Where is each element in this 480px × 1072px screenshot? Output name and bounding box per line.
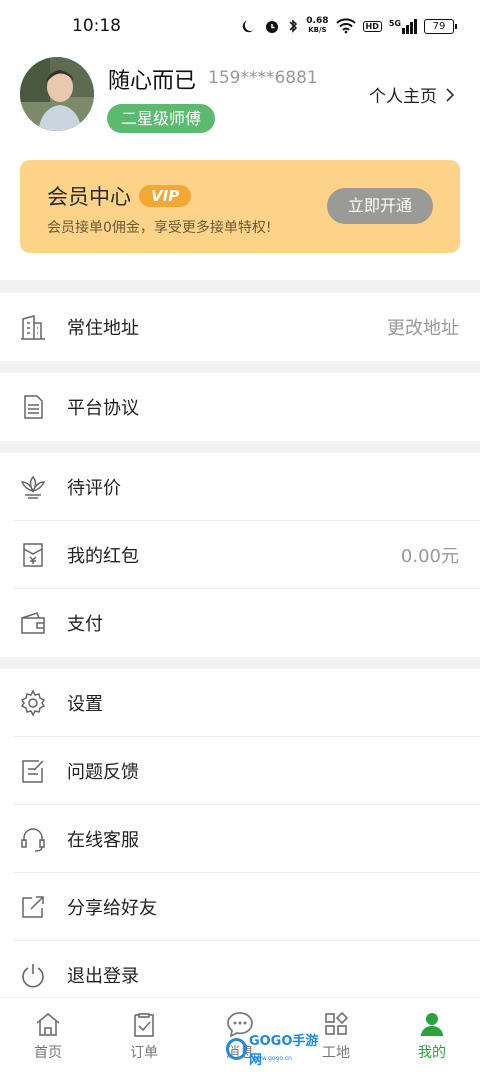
- menu-label: 问题反馈: [67, 762, 139, 783]
- tab-label: 订单: [130, 1045, 158, 1061]
- status-time: 10:18: [72, 16, 121, 36]
- menu-label: 常住地址: [67, 318, 139, 339]
- bluetooth-icon: [289, 19, 298, 33]
- watermark-logo-icon: [226, 1038, 247, 1060]
- alarm-icon: [266, 21, 279, 33]
- vip-title-text: 会员中心: [47, 185, 131, 209]
- hd-indicator: HD: [362, 20, 382, 32]
- document-icon: [24, 395, 43, 419]
- chevron-right-icon: [446, 87, 454, 102]
- wifi-icon: [335, 18, 356, 34]
- menu-label: 设置: [67, 694, 103, 715]
- change-address-link[interactable]: 更改地址: [387, 314, 459, 340]
- level-badge: 二星级师傅: [107, 104, 216, 133]
- battery-indicator: 79: [424, 18, 457, 34]
- menu-item-support[interactable]: 在线客服: [0, 805, 480, 873]
- person-icon: [421, 1013, 443, 1036]
- avatar-image: [20, 57, 94, 131]
- vip-title: 会员中心 VIP: [47, 181, 192, 211]
- menu-label: 退出登录: [67, 966, 139, 987]
- edit-note-icon: [22, 760, 44, 783]
- tab-orders[interactable]: 订单: [96, 998, 192, 1072]
- tab-label: 我的: [418, 1045, 446, 1061]
- menu-item-agreement[interactable]: 平台协议: [0, 373, 480, 441]
- gear-icon: [20, 689, 46, 717]
- watermark-text: GOGO手游网: [248, 1034, 319, 1068]
- site-watermark: GOGO手游网 www.gogo.cn: [226, 1034, 326, 1068]
- homepage-link[interactable]: 个人主页: [369, 82, 454, 107]
- vip-badge: VIP: [139, 185, 192, 207]
- menu-item-review[interactable]: 待评价: [0, 453, 480, 521]
- watermark-url: www.gogo.cn: [252, 1055, 292, 1062]
- my-page: 10:18 0.68 KB/S HD 5G 79 随心而已 159****688…: [0, 0, 480, 1072]
- red-packet-icon: [23, 543, 43, 567]
- menu-item-settings[interactable]: 设置: [0, 669, 480, 737]
- moon-icon: [243, 20, 255, 33]
- clipboard-icon: [134, 1013, 154, 1037]
- signal-indicator: 5G: [388, 18, 417, 34]
- menu-label: 我的红包: [67, 546, 139, 567]
- user-name: 随心而已: [108, 69, 197, 94]
- tab-label: 工地: [322, 1045, 350, 1061]
- status-bar: 10:18 0.68 KB/S HD 5G 79: [0, 0, 480, 52]
- menu-item-red-packet[interactable]: 我的红包 0.00元: [0, 521, 480, 589]
- user-phone: 159****6881: [208, 68, 318, 88]
- share-icon: [22, 896, 44, 918]
- wallet-icon: [21, 612, 45, 634]
- headset-icon: [21, 828, 45, 852]
- vip-subtitle: 会员接单0佣金，享受更多接单特权!: [47, 220, 272, 236]
- menu-item-feedback[interactable]: 问题反馈: [0, 737, 480, 805]
- menu-label: 在线客服: [67, 830, 139, 851]
- menu-label: 支付: [67, 614, 103, 635]
- menu-item-address[interactable]: 常住地址 更改地址: [0, 293, 480, 361]
- speed-unit: KB/S: [308, 26, 327, 34]
- power-icon: [22, 964, 44, 988]
- tab-mine[interactable]: 我的: [384, 998, 480, 1072]
- menu-label: 待评价: [67, 478, 121, 499]
- section-gap: [0, 440, 480, 453]
- profile-header: 随心而已 159****6881 二星级师傅 个人主页: [0, 52, 480, 152]
- network-speed: 0.68 KB/S: [306, 17, 328, 35]
- vip-card[interactable]: 会员中心 VIP 会员接单0佣金，享受更多接单特权! 立即开通: [20, 160, 460, 253]
- red-packet-balance: 0.00元: [400, 546, 459, 567]
- section-gap: [0, 360, 480, 373]
- menu-item-payment[interactable]: 支付: [0, 589, 480, 657]
- home-icon: [36, 1012, 60, 1036]
- flower-icon: [20, 475, 46, 499]
- speed-value: 0.68: [306, 16, 329, 26]
- grid-icon: [325, 1011, 349, 1035]
- menu-label: 平台协议: [67, 398, 139, 419]
- vip-activate-button[interactable]: 立即开通: [327, 188, 433, 224]
- signal-label: 5G: [388, 18, 401, 28]
- homepage-label: 个人主页: [369, 87, 437, 107]
- section-gap: [0, 656, 480, 669]
- tab-home[interactable]: 首页: [0, 998, 96, 1072]
- avatar[interactable]: [20, 57, 94, 131]
- menu-label: 分享给好友: [67, 898, 157, 919]
- building-icon: [21, 315, 45, 340]
- status-icons: 0.68 KB/S HD 5G 79: [241, 17, 457, 35]
- menu-item-share[interactable]: 分享给好友: [0, 873, 480, 941]
- section-gap: [0, 280, 480, 293]
- tab-label: 首页: [34, 1045, 62, 1061]
